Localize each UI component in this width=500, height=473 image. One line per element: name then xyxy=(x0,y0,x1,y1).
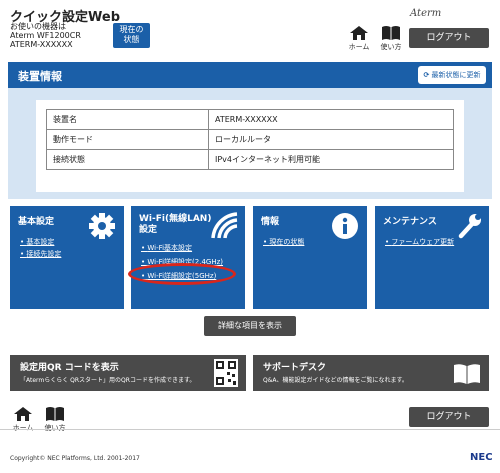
tile-info: 情報 • 現在の状態 xyxy=(253,206,367,309)
book-icon xyxy=(382,26,400,40)
home-icon xyxy=(14,407,32,421)
link-label: Wi-Fi基本設定 xyxy=(147,244,193,252)
support-desk-panel[interactable]: サポートデスク Q&A、機能設定ガイドなどの情報をご覧になれます。 xyxy=(253,355,489,391)
row-label: 接続状態 xyxy=(46,149,209,170)
support-panel-subtitle: Q&A、機能設定ガイドなどの情報をご覧になれます。 xyxy=(263,377,408,384)
tile-maintenance: メンテナンス • ファームウェア更新 xyxy=(375,206,489,309)
support-panel-title: サポートデスク xyxy=(263,363,327,373)
qr-panel-subtitle: 「Atermらくらく QRスタート」用のQRコードを作成できます。 xyxy=(20,377,196,384)
link-basic-settings[interactable]: • 基本設定 xyxy=(20,237,61,247)
tile-links: • ファームウェア更新 xyxy=(385,237,454,249)
tile-wifi-settings: Wi-Fi(無線LAN)設定 • Wi-Fi基本設定 • Wi-Fi詳細設定(2… xyxy=(128,206,245,309)
table-row: 動作モード ローカルルータ xyxy=(46,129,454,150)
copyright-text: Copyright© NEC Platforms, Ltd. 2001-2017 xyxy=(10,455,140,462)
tile-title: 情報 xyxy=(261,217,280,227)
manual-label: 使い方 xyxy=(44,424,66,432)
link-label: 接続先設定 xyxy=(26,250,62,258)
tile-title: 基本設定 xyxy=(18,217,55,227)
company-logo: NEC xyxy=(470,452,493,463)
footer-divider xyxy=(0,429,500,430)
highlight-ring xyxy=(128,263,236,285)
link-label: ファームウェア更新 xyxy=(391,238,455,246)
home-label: ホーム xyxy=(12,424,34,432)
link-wifi-basic[interactable]: • Wi-Fi基本設定 xyxy=(141,242,223,254)
show-detail-items-button[interactable]: 詳細な項目を表示 xyxy=(204,316,296,336)
qr-panel-title: 設定用QR コードを表示 xyxy=(20,363,119,373)
table-row: 装置名 ATERM-XXXXXX xyxy=(46,109,454,130)
table-row: 接続状態 IPv4インターネット利用可能 xyxy=(46,149,454,170)
link-firmware-update[interactable]: • ファームウェア更新 xyxy=(385,237,454,247)
device-info-table: 装置名 ATERM-XXXXXX 動作モード ローカルルータ 接続状態 IPv4… xyxy=(46,109,454,170)
book-icon xyxy=(454,364,480,384)
tile-links: • 現在の状態 xyxy=(263,237,304,249)
row-label: 動作モード xyxy=(46,129,209,150)
wifi-icon xyxy=(211,212,238,239)
home-label: ホーム xyxy=(348,43,370,51)
link-label: 現在の状態 xyxy=(269,238,305,246)
brand-logo: Aterm xyxy=(410,8,442,19)
row-value: IPv4インターネット利用可能 xyxy=(208,149,454,170)
tile-title: Wi-Fi(無線LAN)設定 xyxy=(139,214,212,235)
row-value: ローカルルータ xyxy=(208,129,454,150)
device-line-3: ATERM-XXXXXX xyxy=(10,40,73,49)
status-button-line-2: 状態 xyxy=(123,35,140,44)
qr-code-panel[interactable]: 設定用QR コードを表示 「Atermらくらく QRスタート」用のQRコードを作… xyxy=(10,355,246,391)
qr-code-icon xyxy=(214,359,238,387)
logout-button-top[interactable]: ログアウト xyxy=(409,28,489,48)
book-icon xyxy=(46,407,64,421)
refresh-label: 最新状態に更新 xyxy=(431,71,481,79)
logout-button-bottom[interactable]: ログアウト xyxy=(409,407,489,427)
row-label: 装置名 xyxy=(46,109,209,130)
refresh-icon: ⟳ xyxy=(423,71,430,79)
link-connection-settings[interactable]: • 接続先設定 xyxy=(20,249,61,259)
home-link[interactable]: ホーム xyxy=(346,25,372,52)
home-icon xyxy=(350,26,368,40)
link-current-status[interactable]: • 現在の状態 xyxy=(263,237,304,247)
device-info-title: 装置情報 xyxy=(18,70,62,83)
tile-title: メンテナンス xyxy=(383,217,437,227)
tile-links: • 基本設定 • 接続先設定 xyxy=(20,237,61,261)
link-label: 基本設定 xyxy=(26,238,55,246)
gear-icon xyxy=(89,213,115,239)
row-value: ATERM-XXXXXX xyxy=(208,109,454,130)
refresh-button[interactable]: ⟳ 最新状態に更新 xyxy=(418,66,486,84)
tile-basic-settings: 基本設定 • 基本設定 • 接続先設定 xyxy=(10,206,124,309)
wrench-icon xyxy=(458,214,481,239)
current-status-button[interactable]: 現在の 状態 xyxy=(113,23,150,48)
info-icon xyxy=(332,213,358,239)
manual-label: 使い方 xyxy=(380,43,402,51)
manual-link[interactable]: 使い方 xyxy=(378,25,404,52)
status-button-line-1: 現在の xyxy=(119,25,144,34)
